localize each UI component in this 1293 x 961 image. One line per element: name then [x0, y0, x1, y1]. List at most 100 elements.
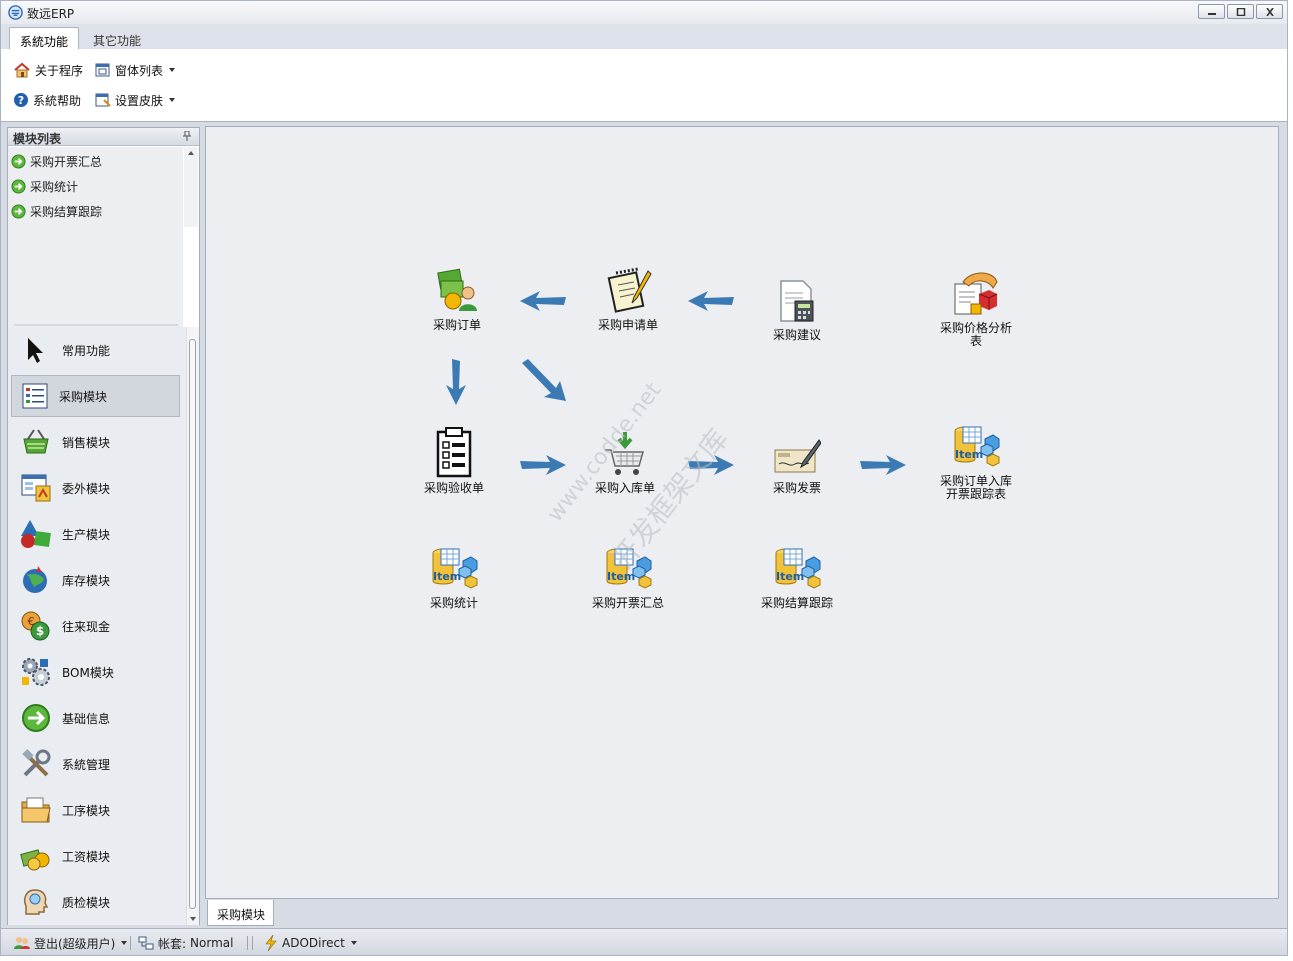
item-badge: Item — [433, 570, 461, 583]
logout-dropdown[interactable]: 登出(超级用户) — [14, 934, 128, 952]
home-icon — [14, 62, 30, 78]
money-icon — [20, 849, 50, 871]
go-arrow-icon — [11, 153, 26, 169]
minimize-icon — [1208, 13, 1216, 15]
node-label: 采购开票汇总 — [591, 596, 664, 610]
arrow-left-icon — [688, 291, 734, 311]
help-icon: ? — [14, 93, 28, 107]
nav-item-production[interactable]: 生产模块 — [11, 513, 180, 555]
nav-item-cash[interactable]: € $ 往来现金 — [11, 605, 180, 647]
nav-item-bom[interactable]: BOM模块 — [11, 651, 180, 693]
node-purchase-suggestion[interactable]: 采购建议 — [732, 265, 862, 342]
help-label: 系統帮助 — [33, 93, 82, 108]
nav-item-outsourcing[interactable]: 委外模块 — [11, 467, 180, 509]
maximize-button[interactable] — [1227, 4, 1254, 19]
account-value: Normal — [190, 936, 234, 950]
nav-item-label: BOM模块 — [62, 665, 114, 680]
panel-title: 模块列表 — [13, 132, 62, 146]
globe-icon — [23, 566, 47, 593]
node-label: 采购统计 — [429, 596, 478, 610]
nav-item-purchase[interactable]: 采购模块 — [11, 375, 180, 417]
cheque-pen-icon — [774, 439, 821, 473]
ribbon: 关于程序 窗体列表 ? 系統帮助 设置皮肤 — [0, 49, 1288, 122]
nav-item-label: 工资模块 — [62, 849, 111, 864]
node-label: 采购入库单 — [594, 481, 655, 495]
node-purchase-order[interactable]: 采购订单 — [392, 255, 522, 332]
nav-item-label: 库存模块 — [62, 573, 111, 588]
clipboard-checklist-icon — [436, 427, 472, 478]
node-label: 采购建议 — [772, 328, 821, 342]
basket-icon — [23, 429, 49, 454]
tab-system-functions[interactable]: 系統功能 — [9, 27, 80, 50]
node-price-analysis[interactable]: 采购价格分析 表 — [911, 258, 1041, 348]
help-button[interactable]: ? 系統帮助 — [11, 89, 83, 111]
node-invoice-summary[interactable]: Item 采购开票汇总 — [563, 533, 693, 610]
cursor-icon — [28, 338, 43, 363]
panel-splitter[interactable] — [14, 324, 178, 326]
nav-item-label: 基础信息 — [62, 711, 111, 726]
scroll-down-icon[interactable] — [188, 915, 198, 923]
item-badge: Item — [955, 448, 983, 461]
skin-dropdown[interactable]: 设置皮肤 — [93, 89, 177, 111]
minimize-button[interactable] — [1198, 4, 1225, 19]
arrow-right-icon — [860, 455, 906, 475]
node-order-stockin-invoice-tracking[interactable]: Item 采购订单入库 开票跟踪表 — [911, 411, 1041, 501]
lightning-icon — [265, 935, 277, 951]
nav-item-system-admin[interactable]: 系統管理 — [11, 743, 180, 785]
arrow-right-icon — [520, 455, 566, 475]
module-item-statistics[interactable]: 采购统计 — [11, 176, 78, 196]
tab-purchase-module-doc[interactable]: 采购模块 — [207, 900, 274, 926]
skin-icon — [95, 93, 111, 107]
window-list-dropdown[interactable]: 窗体列表 — [93, 59, 177, 81]
node-purchase-stock-in[interactable]: 采购入库单 — [560, 418, 690, 495]
nav-scrollbar[interactable] — [186, 327, 199, 925]
green-arrow-icon — [22, 704, 50, 732]
app-logo-icon — [8, 5, 23, 20]
item-badge: Item — [607, 570, 635, 583]
nav-item-sales[interactable]: 销售模块 — [11, 421, 180, 463]
arrow-left-icon — [520, 291, 566, 311]
pin-icon[interactable] — [183, 131, 191, 141]
node-label: 采购订单 — [432, 318, 481, 332]
nav-item-label: 工序模块 — [62, 803, 111, 818]
module-item-settlement-tracking[interactable]: 采购结算跟踪 — [11, 201, 102, 221]
chevron-down-icon — [169, 98, 176, 102]
go-arrow-icon — [11, 203, 26, 219]
nav-item-basic-info[interactable]: 基础信息 — [11, 697, 180, 739]
maximize-icon — [1236, 8, 1246, 16]
arrow-right-icon — [688, 455, 734, 475]
node-label: 采购价格分析 表 — [939, 321, 1012, 348]
scroll-up-icon[interactable] — [184, 148, 198, 158]
users-icon — [14, 937, 30, 949]
item-table-icon: Item — [954, 426, 1000, 467]
node-purchase-request[interactable]: 采购申请单 — [563, 255, 693, 332]
ribbon-tab-strip: 系統功能 其它功能 — [0, 24, 1288, 50]
module-item-invoice-summary[interactable]: 采购开票汇总 — [11, 151, 102, 171]
window-title: 致远ERP — [27, 7, 75, 21]
node-label: 采购验收单 — [423, 481, 484, 495]
list-icon — [22, 383, 48, 409]
status-bar: 登出(超级用户) 帐套: Normal ADODirect — [0, 928, 1288, 956]
module-item-label: 采购结算跟踪 — [30, 204, 103, 219]
nav-item-quality[interactable]: 质检模块 — [11, 881, 180, 923]
node-purchase-statistics[interactable]: Item 采购统计 — [389, 533, 519, 610]
node-settlement-tracking[interactable]: Item 采购结算跟踪 — [732, 533, 862, 610]
nav-item-label: 生产模块 — [62, 527, 111, 542]
nav-scrollbar-thumb[interactable] — [189, 339, 196, 909]
module-list: 采购开票汇总 采购统计 采购结算跟踪 — [8, 147, 183, 327]
chevron-down-icon — [121, 941, 128, 945]
nav-item-process[interactable]: 工序模块 — [11, 789, 180, 831]
node-purchase-invoice[interactable]: 采购发票 — [732, 418, 862, 495]
head-icon — [23, 889, 49, 915]
node-label: 采购发票 — [772, 481, 821, 495]
nav-item-common[interactable]: 常用功能 — [11, 329, 180, 371]
node-purchase-inspection[interactable]: 采购验收单 — [389, 418, 519, 495]
nav-item-wages[interactable]: 工资模块 — [11, 835, 180, 877]
module-list-scrollbar[interactable] — [184, 147, 198, 227]
connection-dropdown[interactable]: ADODirect — [264, 934, 357, 952]
about-button[interactable]: 关于程序 — [11, 59, 85, 81]
nav-item-inventory[interactable]: 库存模块 — [11, 559, 180, 601]
close-button[interactable] — [1256, 4, 1283, 19]
flow-canvas: 采购订单 采购申请单 采购建议 采购价格分析 表 采购验收单 采购入库单 采购发… — [205, 126, 1279, 899]
tab-other-functions[interactable]: 其它功能 — [83, 27, 151, 50]
